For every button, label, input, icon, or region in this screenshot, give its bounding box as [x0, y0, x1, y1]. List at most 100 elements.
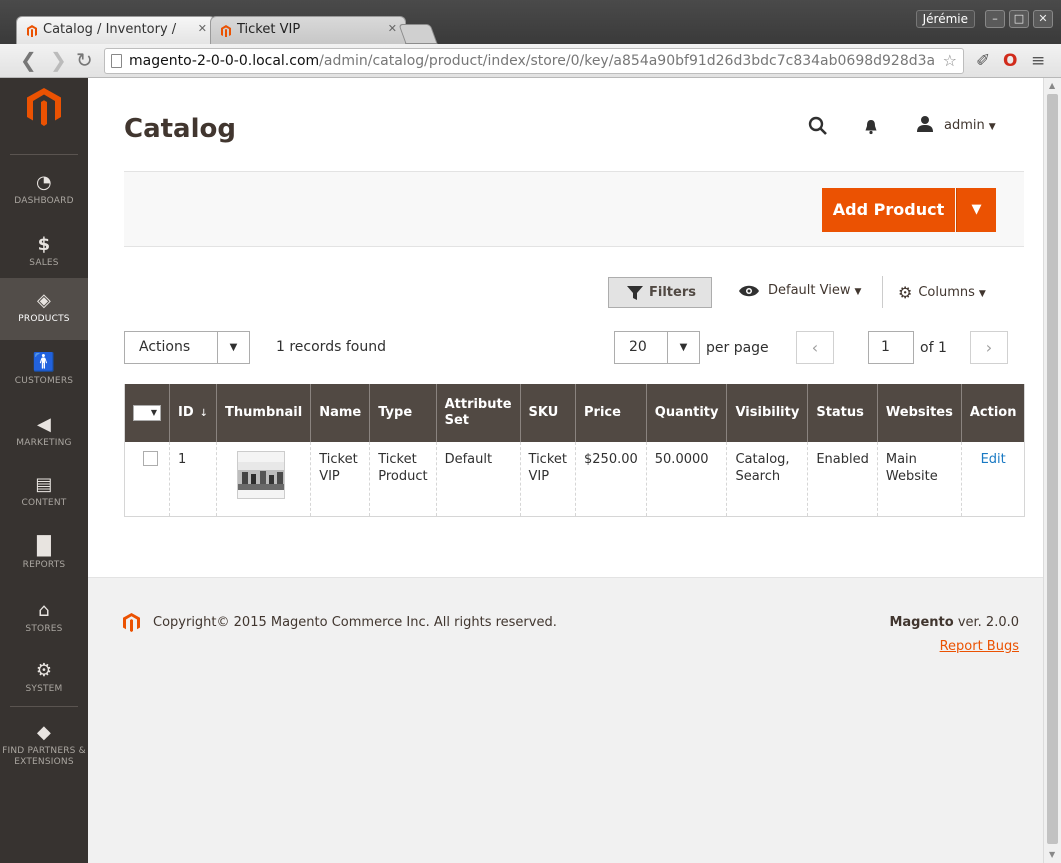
cell-attribute-set: Default [435, 442, 521, 516]
report-bugs-link[interactable]: Report Bugs [940, 639, 1019, 654]
table-row[interactable]: 1 Ticket VIP Ticket Product Default Tick… [124, 442, 1025, 516]
column-thumbnail: Thumbnail [216, 384, 311, 442]
sidebar-item-products[interactable]: ◈ PRODUCTS [0, 278, 88, 340]
column-label: Visibility [735, 405, 800, 420]
eyedropper-icon[interactable]: ✐ [976, 51, 990, 71]
per-page-select[interactable]: 20 ▼ [614, 331, 700, 364]
opera-extension-icon[interactable]: O [1003, 51, 1017, 71]
tab-close-icon[interactable]: ✕ [198, 22, 207, 35]
sidebar-item-partners[interactable]: ◆ FIND PARTNERS & EXTENSIONS [0, 710, 88, 774]
column-price[interactable]: Price [575, 384, 647, 442]
columns-dropdown[interactable]: ⚙ Columns ▼ [898, 283, 986, 302]
sidebar-item-label: MARKETING [16, 438, 72, 448]
cell-visibility: Catalog, Search [726, 442, 808, 516]
sidebar-item-content[interactable]: ▤ CONTENT [0, 462, 88, 524]
add-product-dropdown-toggle[interactable]: ▼ [956, 188, 996, 232]
user-icon[interactable] [916, 115, 934, 133]
sidebar-item-stores[interactable]: ⌂ STORES [0, 588, 88, 650]
sidebar-item-label: CONTENT [21, 498, 67, 508]
column-label: Websites [885, 405, 953, 420]
column-label: Quantity [654, 405, 719, 420]
row-checkbox[interactable] [143, 451, 158, 466]
magento-admin: ◔ DASHBOARD $ SALES ◈ PRODUCTS 🚹 CUSTOME… [0, 78, 1061, 863]
column-id[interactable]: ID ↓ [168, 384, 217, 442]
cell-thumbnail [216, 442, 311, 516]
mass-select-header[interactable]: ▼ [124, 384, 170, 442]
bookmark-star-icon[interactable]: ☆ [943, 49, 957, 73]
tab-catalog[interactable]: Catalog / Inventory / ✕ [16, 16, 216, 44]
add-product-button[interactable]: Add Product [822, 188, 955, 232]
search-icon[interactable] [808, 116, 828, 141]
sidebar-item-dashboard[interactable]: ◔ DASHBOARD [0, 160, 88, 222]
page-scrollbar[interactable]: ▲ ▼ [1043, 78, 1061, 863]
column-label: Price [584, 405, 621, 420]
column-attribute-set[interactable]: Attribute Set [435, 384, 521, 442]
sidebar-item-reports[interactable]: ▐▌ REPORTS [0, 524, 88, 586]
address-bar[interactable]: magento-2-0-0-0.local.com/admin/catalog/… [104, 48, 964, 74]
filters-button[interactable]: Filters [608, 277, 712, 308]
menu-icon[interactable]: ≡ [1031, 51, 1045, 71]
version-number: ver. 2.0.0 [957, 615, 1019, 630]
tab-title: Ticket VIP [237, 22, 301, 37]
column-type[interactable]: Type [369, 384, 437, 442]
sidebar-item-marketing[interactable]: ◀ MARKETING [0, 402, 88, 464]
sidebar-divider [10, 706, 78, 707]
scroll-down-icon[interactable]: ▼ [1049, 850, 1055, 859]
bell-icon[interactable] [864, 119, 878, 135]
magento-logo-icon[interactable] [27, 88, 61, 126]
version-info: Magento ver. 2.0.0 [889, 615, 1019, 630]
forward-button[interactable]: ❯ [50, 49, 67, 71]
chevron-down-icon: ▼ [217, 332, 249, 363]
reload-icon[interactable]: ↻ [76, 49, 93, 71]
url-host: magento-2-0-0-0.local.com [129, 53, 320, 69]
sidebar-item-label: STORES [25, 624, 63, 634]
column-sku[interactable]: SKU [519, 384, 576, 442]
person-icon: 🚹 [32, 352, 56, 373]
column-label: SKU [528, 405, 559, 420]
new-tab-button[interactable] [398, 24, 438, 44]
column-status[interactable]: Status [807, 384, 878, 442]
megaphone-icon: ◀ [36, 414, 52, 435]
scroll-up-icon[interactable]: ▲ [1049, 81, 1055, 90]
product-thumbnail[interactable] [237, 451, 286, 499]
default-view-dropdown[interactable]: Default View ▼ [738, 283, 861, 298]
close-window-button[interactable]: ✕ [1033, 10, 1053, 28]
back-button[interactable]: ❮ [20, 49, 37, 71]
tab-ticket-vip[interactable]: Ticket VIP ✕ [210, 16, 406, 44]
sidebar-item-customers[interactable]: 🚹 CUSTOMERS [0, 340, 88, 402]
sidebar-item-sales[interactable]: $ SALES [0, 222, 88, 284]
sidebar-item-system[interactable]: ⚙ SYSTEM [0, 648, 88, 710]
maximize-button[interactable]: □ [1009, 10, 1029, 28]
column-visibility[interactable]: Visibility [726, 384, 808, 442]
mass-actions-select[interactable]: Actions ▼ [124, 331, 250, 364]
mass-select-checkbox[interactable]: ▼ [133, 404, 161, 421]
column-label: Action [969, 405, 1017, 420]
edit-link[interactable]: Edit [981, 452, 1006, 467]
column-action: Action [960, 384, 1025, 442]
previous-page-button[interactable]: ‹ [796, 331, 834, 364]
chevron-down-icon: ▼ [854, 287, 862, 297]
cell-status: Enabled [807, 442, 878, 516]
page-footer: Copyright© 2015 Magento Commerce Inc. Al… [88, 577, 1043, 863]
cell-type: Ticket Product [369, 442, 437, 516]
minimize-button[interactable]: – [985, 10, 1005, 28]
admin-user-menu[interactable]: admin ▼ [944, 118, 996, 133]
scrollbar-thumb[interactable] [1047, 94, 1058, 844]
cell-action: Edit [960, 442, 1025, 516]
chevron-down-icon: ▼ [988, 122, 996, 132]
sidebar-item-label: SYSTEM [25, 684, 63, 694]
sidebar-item-label: FIND PARTNERS & EXTENSIONS [2, 746, 86, 767]
tab-close-icon[interactable]: ✕ [388, 22, 397, 35]
column-name[interactable]: Name [310, 384, 370, 442]
column-websites[interactable]: Websites [876, 384, 962, 442]
chevron-down-icon: ▼ [978, 289, 986, 299]
next-page-button[interactable]: › [970, 331, 1008, 364]
chevron-down-icon: ▼ [971, 202, 982, 217]
filters-label: Filters [649, 285, 696, 300]
dollar-icon: $ [37, 234, 51, 255]
page-number-input[interactable]: 1 [868, 331, 914, 364]
browser-user[interactable]: Jérémie [915, 10, 975, 28]
column-label: Name [319, 405, 362, 420]
gear-icon: ⚙ [35, 660, 53, 681]
column-quantity[interactable]: Quantity [645, 384, 727, 442]
